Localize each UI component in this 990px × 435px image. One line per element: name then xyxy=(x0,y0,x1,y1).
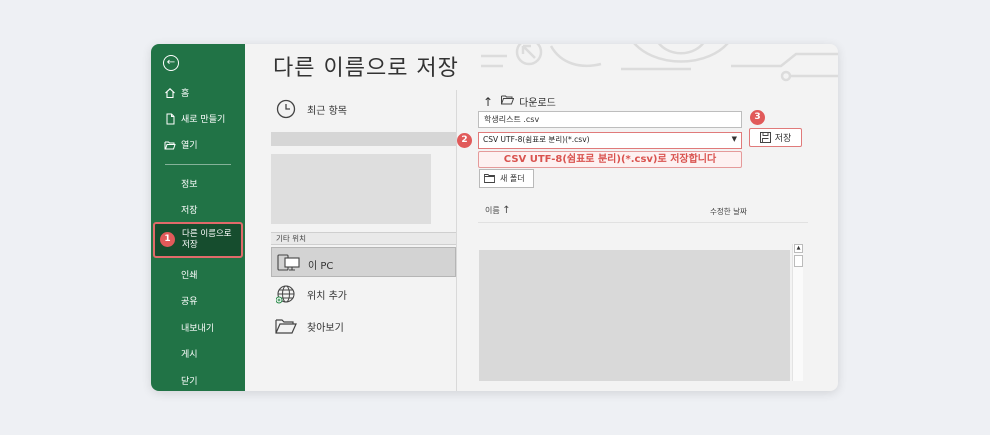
page-title: 다른 이름으로 저장 xyxy=(273,56,459,81)
folder-open-icon xyxy=(275,316,297,336)
filetype-select[interactable]: CSV UTF-8(쉼표로 분리)(*.csv) ▼ xyxy=(478,132,742,149)
location-label: 찾아보기 xyxy=(307,322,344,334)
clock-icon xyxy=(275,99,297,119)
location-browse[interactable]: 찾아보기 xyxy=(275,316,344,336)
breadcrumb: ↑ 다운로드 xyxy=(483,94,556,110)
sort-up-icon: ↑ xyxy=(502,205,511,216)
file-list-scrollbar[interactable]: ▲ xyxy=(792,244,803,381)
new-document-icon xyxy=(164,113,176,125)
column-header-date[interactable]: 수정한 날짜 xyxy=(710,206,747,217)
computer-icon xyxy=(277,253,301,277)
sidebar-item-label: 새로 만들기 xyxy=(181,115,226,125)
sidebar-item-save-as[interactable]: 1 다른 이름으로 저장 xyxy=(153,222,243,258)
home-icon xyxy=(164,87,176,99)
sidebar-item-label: 다른 이름으로 저장 xyxy=(182,229,232,251)
sidebar-item-print[interactable]: 인쇄 xyxy=(181,268,198,281)
location-label: 이 PC xyxy=(308,261,334,272)
step-badge-3: 3 xyxy=(750,110,765,125)
save-button-label: 저장 xyxy=(774,134,792,144)
scroll-up-icon[interactable]: ▲ xyxy=(794,244,803,253)
recent-placeholder-box xyxy=(271,154,431,224)
sidebar-item-publish[interactable]: 게시 xyxy=(181,347,198,360)
sidebar-item-save[interactable]: 저장 xyxy=(181,203,198,216)
location-label: 위치 추가 xyxy=(307,290,347,302)
open-folder-icon xyxy=(164,139,176,151)
step-badge-1: 1 xyxy=(160,232,175,247)
folder-icon xyxy=(501,95,515,108)
column-header-name[interactable]: 이름 ↑ xyxy=(485,205,511,216)
save-as-label-line2: 저장 xyxy=(182,240,198,250)
pane-divider xyxy=(456,90,457,391)
filetype-value: CSV UTF-8(쉼표로 분리)(*.csv) xyxy=(483,135,590,144)
sidebar-divider xyxy=(165,164,231,165)
breadcrumb-folder[interactable]: 다운로드 xyxy=(519,94,556,109)
location-this-pc[interactable]: 이 PC xyxy=(271,247,456,277)
column-name-label: 이름 xyxy=(485,206,500,215)
location-add-place[interactable]: 위치 추가 xyxy=(275,284,347,304)
filetype-hint: CSV UTF-8(쉼표로 분리)(*.csv)로 저장합니다 xyxy=(478,151,742,168)
save-as-label-line1: 다른 이름으로 xyxy=(182,229,232,239)
save-button[interactable]: 저장 xyxy=(749,128,802,147)
circuit-decoration xyxy=(481,44,838,82)
sidebar-item-label: 열기 xyxy=(181,141,198,151)
list-header-divider xyxy=(478,222,808,223)
scroll-thumb[interactable] xyxy=(794,255,803,267)
location-label: 최근 항목 xyxy=(307,105,347,117)
sidebar-item-info[interactable]: 정보 xyxy=(181,177,198,190)
backstage-sidebar: ← 홈 새로 만들기 열기 정보 저장 1 다른 이름으로 저장 인쇄 공유 내… xyxy=(151,44,245,391)
other-locations-header: 기타 위치 xyxy=(271,232,456,245)
sidebar-item-close[interactable]: 닫기 xyxy=(181,374,198,387)
file-list-area[interactable] xyxy=(479,250,790,381)
sidebar-item-share[interactable]: 공유 xyxy=(181,294,198,307)
sidebar-item-home[interactable]: 홈 xyxy=(164,86,189,99)
sidebar-item-new[interactable]: 새로 만들기 xyxy=(164,112,225,125)
sidebar-item-label: 홈 xyxy=(181,89,190,99)
save-icon xyxy=(759,132,771,143)
sidebar-item-export[interactable]: 내보내기 xyxy=(181,321,214,334)
save-as-window: ← 홈 새로 만들기 열기 정보 저장 1 다른 이름으로 저장 인쇄 공유 내… xyxy=(151,44,838,391)
new-folder-icon xyxy=(484,174,495,183)
location-recent[interactable]: 최근 항목 xyxy=(275,99,347,119)
sidebar-item-open[interactable]: 열기 xyxy=(164,138,198,151)
up-arrow-icon[interactable]: ↑ xyxy=(483,95,493,109)
chevron-down-icon: ▼ xyxy=(731,135,737,143)
back-arrow-icon[interactable]: ← xyxy=(163,55,179,71)
globe-add-icon xyxy=(275,284,297,304)
new-folder-button[interactable]: 새 폴더 xyxy=(479,169,534,188)
new-folder-label: 새 폴더 xyxy=(500,174,525,183)
step-badge-2: 2 xyxy=(457,133,472,148)
recent-placeholder-bar xyxy=(271,132,456,146)
filename-input[interactable]: 학생리스트 .csv xyxy=(478,111,742,128)
